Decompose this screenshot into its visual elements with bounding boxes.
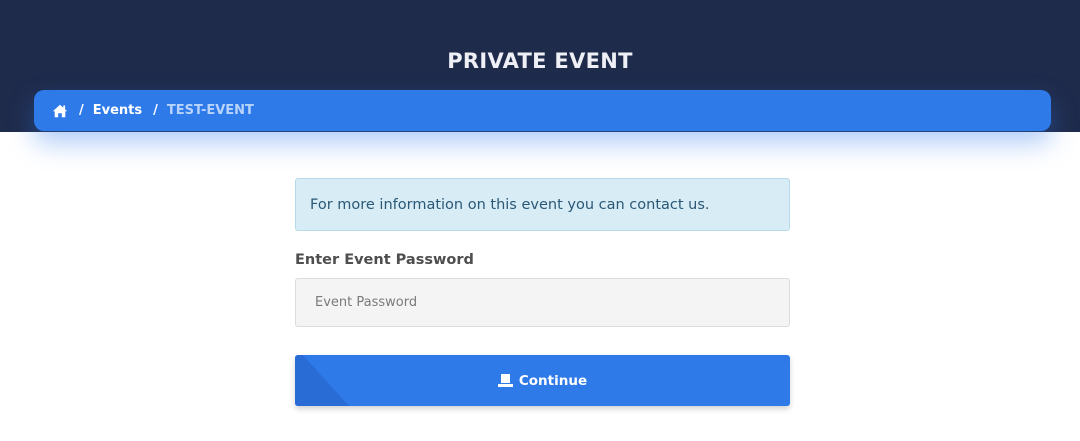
page-title: PRIVATE EVENT — [447, 49, 633, 73]
ticket-icon — [497, 374, 513, 387]
home-icon[interactable] — [52, 103, 68, 119]
event-password-input[interactable] — [295, 278, 790, 327]
continue-button-content: Continue — [497, 372, 588, 389]
breadcrumb-separator: / — [153, 103, 158, 118]
breadcrumb-item-events[interactable]: Events — [93, 103, 142, 118]
breadcrumb: / Events / TEST-EVENT — [34, 90, 1051, 131]
info-alert-text: For more information on this event you c… — [310, 196, 710, 213]
breadcrumb-separator: / — [79, 103, 84, 118]
breadcrumb-item-current: TEST-EVENT — [166, 103, 254, 118]
continue-button-label: Continue — [518, 372, 588, 389]
password-label: Enter Event Password — [295, 252, 474, 268]
info-alert: For more information on this event you c… — [295, 178, 790, 231]
continue-button[interactable]: Continue — [295, 355, 790, 406]
button-stripe-decoration — [295, 355, 349, 406]
